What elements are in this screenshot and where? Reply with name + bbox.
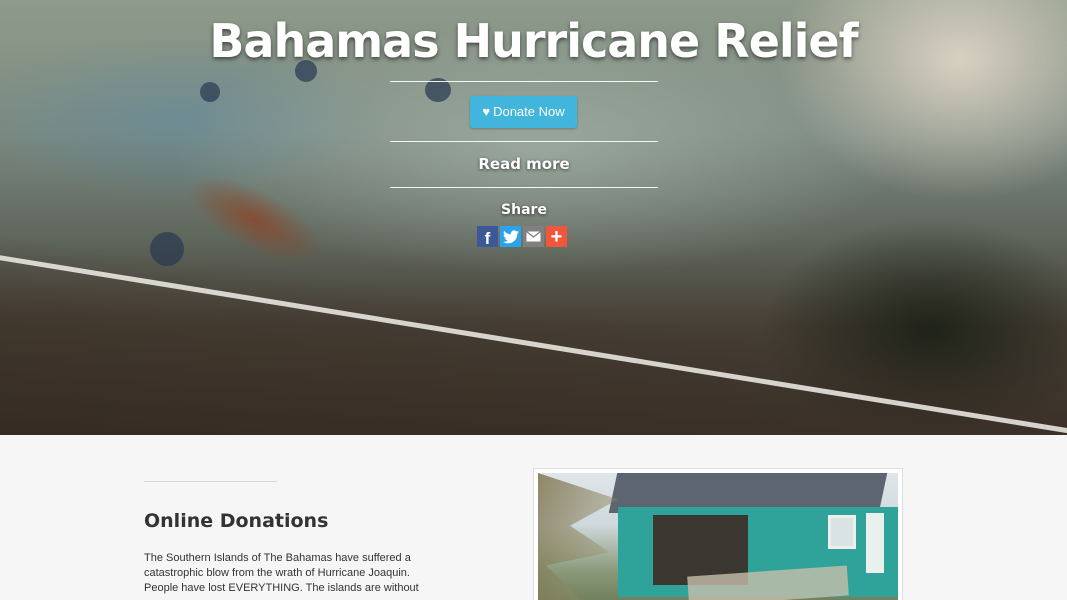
share-icons: f + (477, 226, 567, 248)
facebook-icon[interactable]: f (477, 226, 498, 248)
photo-door (866, 513, 884, 573)
hurricane-damage-photo (533, 468, 903, 600)
email-icon[interactable] (523, 226, 544, 247)
section-title: Online Donations (144, 510, 329, 532)
photo-window (828, 515, 856, 549)
donations-section: Online Donations The Southern Islands of… (0, 435, 1067, 600)
damaged-house-image (538, 473, 898, 600)
heart-icon: ♥ (482, 104, 491, 119)
section-divider (144, 481, 277, 482)
donate-now-label: Donate Now (493, 104, 565, 119)
photo-palm-tree (538, 473, 618, 600)
donate-now-button[interactable]: ♥ Donate Now (470, 96, 577, 128)
read-more-link[interactable]: Read more (390, 155, 658, 173)
hero-divider (390, 141, 658, 142)
hero-banner: Bahamas Hurricane Relief ♥ Donate Now Rea… (0, 0, 1067, 435)
share-label: Share (501, 202, 547, 218)
page-title: Bahamas Hurricane Relief (209, 14, 858, 68)
hero-divider (390, 81, 658, 82)
addthis-plus-icon[interactable]: + (546, 226, 567, 247)
twitter-icon[interactable] (500, 226, 521, 247)
section-text: The Southern Islands of The Bahamas have… (144, 552, 419, 594)
hero-background-spot (150, 232, 184, 266)
hero-background-spot (200, 82, 220, 102)
hero-divider (390, 187, 658, 188)
